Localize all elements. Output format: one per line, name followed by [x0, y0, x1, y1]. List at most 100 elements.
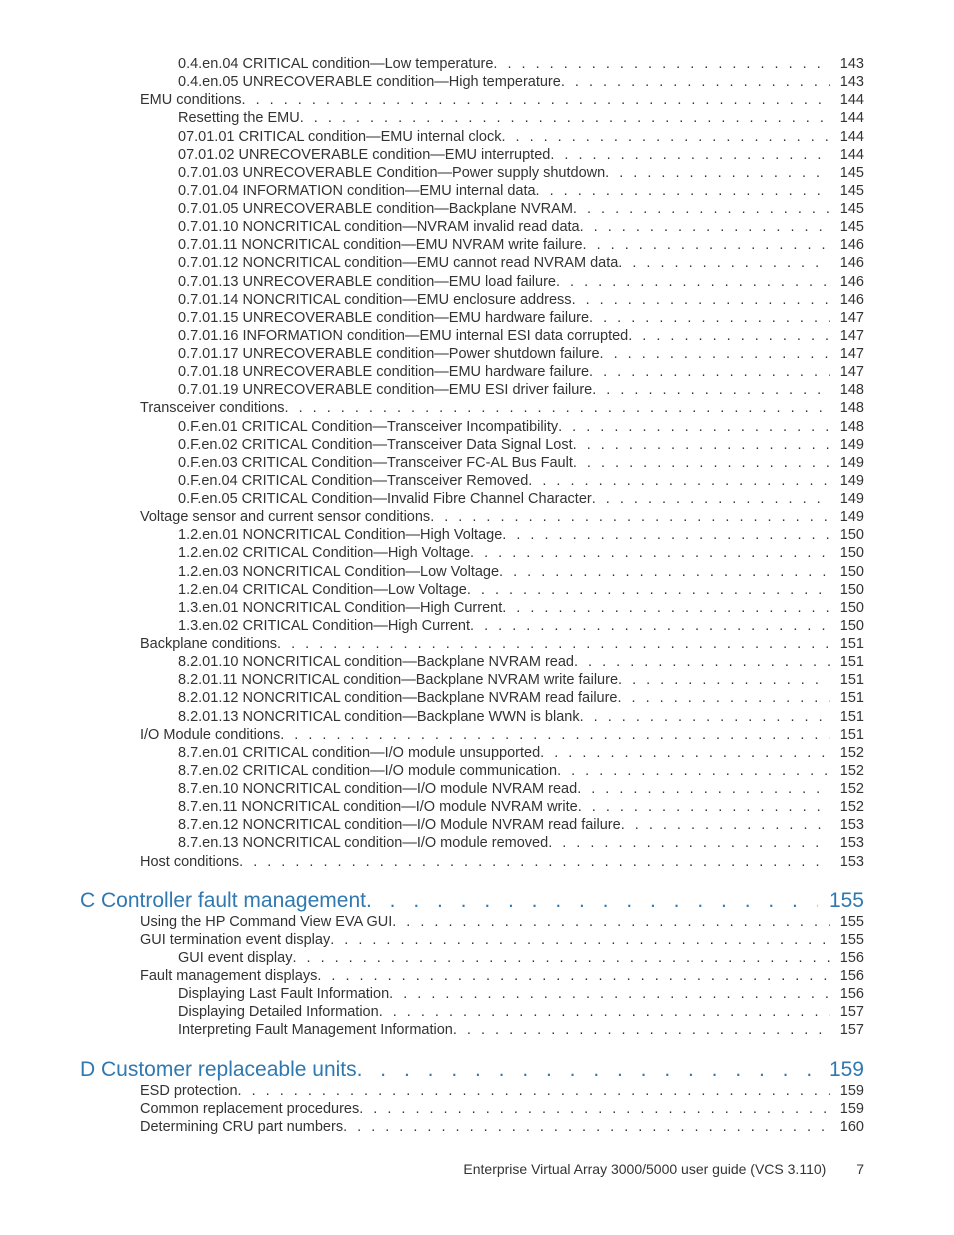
- toc-entry[interactable]: EMU conditions 144: [80, 91, 864, 109]
- toc-entry[interactable]: 0.7.01.19 UNRECOVERABLE condition—EMU ES…: [80, 381, 864, 399]
- toc-entry[interactable]: Displaying Detailed Information157: [80, 1003, 864, 1021]
- toc-entry-title: Resetting the EMU: [178, 109, 300, 127]
- toc-entry-page: 146: [830, 291, 864, 309]
- toc-entry[interactable]: 8.7.en.13 NONCRITICAL condition—I/O modu…: [80, 834, 864, 852]
- toc-entry[interactable]: Common replacement procedures159: [80, 1100, 864, 1118]
- toc-entry[interactable]: 0.7.01.12 NONCRITICAL condition—EMU cann…: [80, 254, 864, 272]
- toc-entry[interactable]: 0.7.01.18 UNRECOVERABLE condition—EMU ha…: [80, 363, 864, 381]
- toc-entry[interactable]: GUI event display156: [80, 949, 864, 967]
- toc-entry-title: 1.2.en.01 NONCRITICAL Condition—High Vol…: [178, 526, 502, 544]
- toc-entry-title: Displaying Detailed Information: [178, 1003, 379, 1021]
- toc-entry[interactable]: Backplane conditions151: [80, 635, 864, 653]
- section-d-heading[interactable]: D Customer replaceable units 159: [80, 1058, 864, 1082]
- toc-entry-page: 152: [830, 762, 864, 780]
- toc-entry[interactable]: Fault management displays156: [80, 967, 864, 985]
- toc-entry-title: EMU conditions: [140, 91, 242, 109]
- toc-entry[interactable]: Resetting the EMU144: [80, 109, 864, 127]
- toc-entry-page: 152: [830, 744, 864, 762]
- toc-entry-page: 147: [830, 327, 864, 345]
- toc-entry[interactable]: 8.7.en.10 NONCRITICAL condition—I/O modu…: [80, 780, 864, 798]
- leader-dots: [379, 1003, 830, 1021]
- toc-entry-title: 0.7.01.03 UNRECOVERABLE Condition—Power …: [178, 164, 605, 182]
- footer-text: Enterprise Virtual Array 3000/5000 user …: [463, 1161, 826, 1177]
- toc-entry[interactable]: 1.3.en.02 CRITICAL Condition—High Curren…: [80, 617, 864, 635]
- toc-entry[interactable]: 1.2.en.04 CRITICAL Condition—Low Voltage…: [80, 581, 864, 599]
- leader-dots: [502, 599, 830, 617]
- leader-dots: [536, 182, 830, 200]
- leader-dots: [621, 816, 830, 834]
- toc-entry[interactable]: 0.7.01.11 NONCRITICAL condition—EMU NVRA…: [80, 236, 864, 254]
- toc-entry-title: 8.2.01.11 NONCRITICAL condition—Backplan…: [178, 671, 618, 689]
- section-c-heading[interactable]: C Controller fault management 155: [80, 889, 864, 913]
- toc-entry[interactable]: Host conditions153: [80, 853, 864, 871]
- toc-entry-title: 1.2.en.03 NONCRITICAL Condition—Low Volt…: [178, 563, 499, 581]
- toc-entry[interactable]: 0.F.en.01 CRITICAL Condition—Transceiver…: [80, 418, 864, 436]
- leader-dots: [389, 985, 830, 1003]
- toc-entry[interactable]: 0.F.en.05 CRITICAL Condition—Invalid Fib…: [80, 490, 864, 508]
- toc-entry[interactable]: 8.7.en.02 CRITICAL condition—I/O module …: [80, 762, 864, 780]
- toc-entry[interactable]: Voltage sensor and current sensor condit…: [80, 508, 864, 526]
- leader-dots: [589, 363, 830, 381]
- toc-entry-page: 152: [830, 780, 864, 798]
- toc-entry[interactable]: 1.2.en.01 NONCRITICAL Condition—High Vol…: [80, 526, 864, 544]
- toc-entry[interactable]: 8.2.01.13 NONCRITICAL condition—Backplan…: [80, 708, 864, 726]
- toc-entry[interactable]: 1.3.en.01 NONCRITICAL Condition—High Cur…: [80, 599, 864, 617]
- toc-entry-page: 151: [830, 635, 864, 653]
- toc-entry[interactable]: Displaying Last Fault Information156: [80, 985, 864, 1003]
- toc-entry[interactable]: 8.2.01.10 NONCRITICAL condition—Backplan…: [80, 653, 864, 671]
- toc-entry[interactable]: 8.2.01.12 NONCRITICAL condition—Backplan…: [80, 689, 864, 707]
- leader-dots: [239, 853, 830, 871]
- toc-entry-title: Host conditions: [140, 853, 239, 871]
- toc-entry-title: 8.2.01.10 NONCRITICAL condition—Backplan…: [178, 653, 574, 671]
- toc-entry[interactable]: 0.7.01.15 UNRECOVERABLE condition—EMU ha…: [80, 309, 864, 327]
- toc-entry-page: 146: [830, 273, 864, 291]
- toc-entry[interactable]: 8.7.en.12 NONCRITICAL condition—I/O Modu…: [80, 816, 864, 834]
- toc-entry-page: 159: [830, 1100, 864, 1118]
- toc-entry[interactable]: 0.F.en.02 CRITICAL Condition—Transceiver…: [80, 436, 864, 454]
- toc-entry[interactable]: 8.2.01.11 NONCRITICAL condition—Backplan…: [80, 671, 864, 689]
- toc-entry[interactable]: 07.01.01 CRITICAL condition—EMU internal…: [80, 128, 864, 146]
- toc-entry-page: 144: [830, 128, 864, 146]
- toc-entry-page: 155: [830, 913, 864, 931]
- toc-entry[interactable]: 0.F.en.03 CRITICAL Condition—Transceiver…: [80, 454, 864, 472]
- leader-dots: [292, 949, 830, 967]
- toc-entry[interactable]: 1.2.en.03 NONCRITICAL Condition—Low Volt…: [80, 563, 864, 581]
- toc-entry-title: 8.7.en.13 NONCRITICAL condition—I/O modu…: [178, 834, 548, 852]
- toc-entry[interactable]: 0.7.01.17 UNRECOVERABLE condition—Power …: [80, 345, 864, 363]
- toc-entry[interactable]: Interpreting Fault Management Informatio…: [80, 1021, 864, 1039]
- toc-entry[interactable]: 0.7.01.05 UNRECOVERABLE condition—Backpl…: [80, 200, 864, 218]
- toc-entry[interactable]: ESD protection159: [80, 1082, 864, 1100]
- toc-entry[interactable]: 1.2.en.02 CRITICAL Condition—High Voltag…: [80, 544, 864, 562]
- toc-entry[interactable]: 0.7.01.16 INFORMATION condition—EMU inte…: [80, 327, 864, 345]
- toc-entry-title: 0.4.en.05 UNRECOVERABLE condition—High t…: [178, 73, 561, 91]
- toc-entry-page: 144: [830, 91, 864, 109]
- toc-entry[interactable]: 0.4.en.04 CRITICAL condition—Low tempera…: [80, 55, 864, 73]
- toc-entry[interactable]: Determining CRU part numbers160: [80, 1118, 864, 1136]
- toc-entry[interactable]: I/O Module conditions151: [80, 726, 864, 744]
- toc-entry-page: 150: [830, 563, 864, 581]
- toc-entry-page: 146: [830, 236, 864, 254]
- toc-entry[interactable]: 07.01.02 UNRECOVERABLE condition—EMU int…: [80, 146, 864, 164]
- toc-entry-title: 1.2.en.02 CRITICAL Condition—High Voltag…: [178, 544, 470, 562]
- toc-entry[interactable]: 0.4.en.05 UNRECOVERABLE condition—High t…: [80, 73, 864, 91]
- toc-entry[interactable]: 0.7.01.04 INFORMATION condition—EMU inte…: [80, 182, 864, 200]
- toc-entry[interactable]: Transceiver conditions148: [80, 399, 864, 417]
- toc-entry-title: 8.7.en.11 NONCRITICAL condition—I/O modu…: [178, 798, 578, 816]
- toc-entry-page: 149: [830, 508, 864, 526]
- toc-entry[interactable]: GUI termination event display155: [80, 931, 864, 949]
- toc-entry[interactable]: 0.7.01.10 NONCRITICAL condition—NVRAM in…: [80, 218, 864, 236]
- toc-entry-title: 0.7.01.15 UNRECOVERABLE condition—EMU ha…: [178, 309, 589, 327]
- leader-dots: [280, 726, 830, 744]
- toc-entry[interactable]: 8.7.en.11 NONCRITICAL condition—I/O modu…: [80, 798, 864, 816]
- toc-entry-title: 8.7.en.02 CRITICAL condition—I/O module …: [178, 762, 557, 780]
- toc-entry[interactable]: 0.F.en.04 CRITICAL Condition—Transceiver…: [80, 472, 864, 490]
- toc-entry[interactable]: 8.7.en.01 CRITICAL condition—I/O module …: [80, 744, 864, 762]
- leader-dots: [528, 472, 830, 490]
- toc-entry-page: 153: [830, 834, 864, 852]
- leader-dots: [558, 418, 830, 436]
- toc-entry[interactable]: 0.7.01.03 UNRECOVERABLE Condition—Power …: [80, 164, 864, 182]
- toc-entry[interactable]: Using the HP Command View EVA GUI155: [80, 913, 864, 931]
- leader-dots: [589, 309, 830, 327]
- toc-entry[interactable]: 0.7.01.14 NONCRITICAL condition—EMU encl…: [80, 291, 864, 309]
- toc-entry[interactable]: 0.7.01.13 UNRECOVERABLE condition—EMU lo…: [80, 273, 864, 291]
